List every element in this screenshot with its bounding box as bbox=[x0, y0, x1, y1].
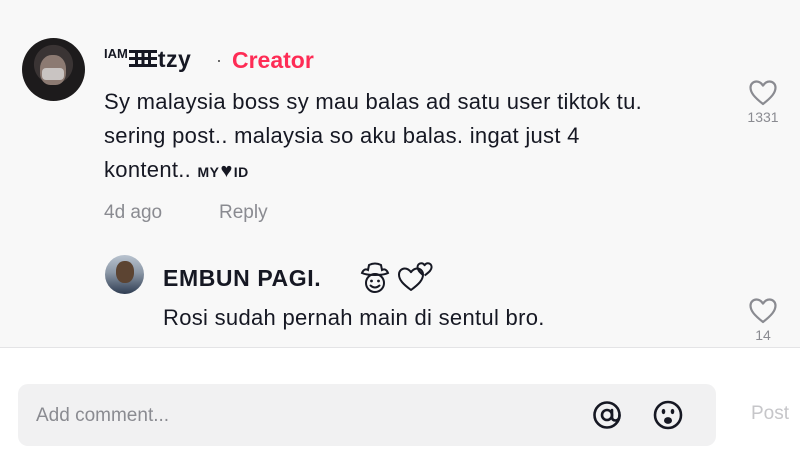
commenter-username[interactable]: IAM tzy bbox=[104, 46, 191, 73]
post-button[interactable]: Post bbox=[751, 403, 789, 425]
comment-text-line-3-start: kontent.. bbox=[104, 157, 192, 182]
black-heart-icon: ♥ bbox=[220, 160, 233, 182]
comment-text-id: ID bbox=[233, 164, 249, 180]
comment-text-line-3: kontent.. MY♥ID bbox=[104, 157, 249, 183]
heart-outline-icon bbox=[749, 80, 777, 106]
comment-text-line-1: Sy malaysia boss sy mau balas ad satu us… bbox=[104, 89, 643, 114]
reply-text: Rosi sudah pernah main di sentul bro. bbox=[163, 305, 545, 330]
heart-outline-icon bbox=[749, 298, 777, 324]
username-prefix: IAM bbox=[104, 46, 128, 61]
separator-dot: · bbox=[216, 50, 222, 70]
cowboy-emoji-icon bbox=[360, 262, 390, 293]
comment-text-my: MY bbox=[197, 164, 220, 180]
crown-glyph-icon bbox=[128, 50, 157, 67]
comment-input-container[interactable] bbox=[18, 384, 716, 448]
comment-input[interactable] bbox=[34, 384, 578, 448]
at-icon[interactable] bbox=[591, 399, 623, 431]
reply-like-count: 14 bbox=[755, 327, 771, 343]
replier-username[interactable]: EMBUN PAGI. bbox=[163, 265, 321, 292]
emoji-icon[interactable] bbox=[652, 399, 684, 431]
comment-list: IAM tzy · Creator Sy malaysia boss sy ma… bbox=[0, 0, 800, 347]
reply-button[interactable]: Reply bbox=[219, 202, 268, 224]
replier-avatar[interactable] bbox=[105, 255, 144, 294]
comment-like-count: 1331 bbox=[747, 109, 779, 125]
avatar-face bbox=[116, 261, 134, 283]
avatar-mask bbox=[42, 68, 64, 80]
creator-badge: Creator bbox=[232, 47, 314, 73]
commenter-avatar[interactable] bbox=[22, 38, 85, 101]
comment-like-button[interactable]: 1331 bbox=[743, 79, 783, 125]
comment-timestamp: 4d ago bbox=[104, 202, 163, 223]
comment-composer: Post bbox=[0, 348, 800, 451]
comments-screen: IAM tzy · Creator Sy malaysia boss sy ma… bbox=[0, 0, 800, 451]
two-hearts-emoji-icon bbox=[398, 262, 433, 291]
comment-text-line-2: sering post.. malaysia so aku balas. ing… bbox=[104, 123, 580, 148]
reply-like-button[interactable]: 14 bbox=[743, 297, 783, 343]
username-main: tzy bbox=[157, 46, 192, 72]
